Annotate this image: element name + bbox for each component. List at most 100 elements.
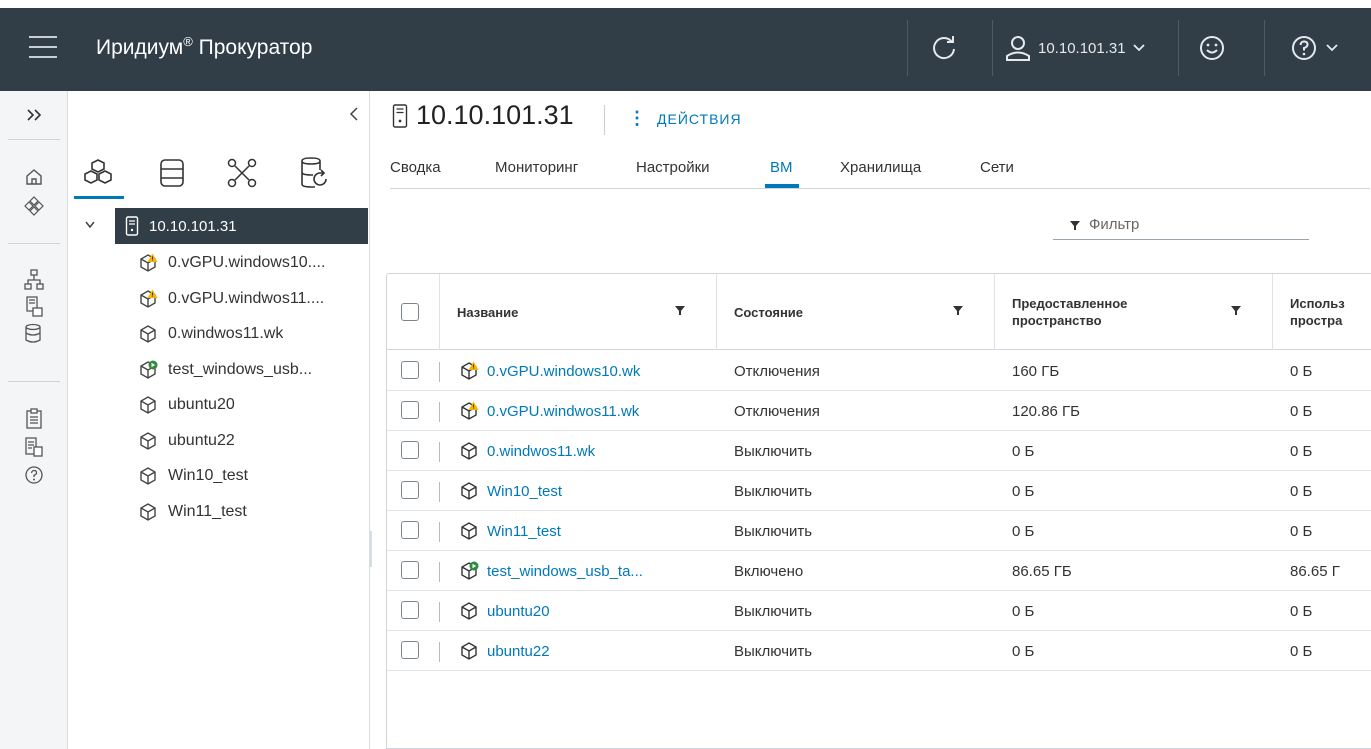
column-filter-icon[interactable] xyxy=(952,304,964,316)
tab-monitoring[interactable]: Мониторинг xyxy=(495,159,578,176)
table-row[interactable]: 0.windwos11.wk Выключить 0 Б 0 Б xyxy=(387,431,1371,471)
row-checkbox[interactable] xyxy=(401,561,419,579)
vm-provisioned-space: 0 Б xyxy=(1012,602,1035,620)
storage-icon[interactable] xyxy=(22,322,46,346)
table-row[interactable]: test_windows_usb_ta... Включено 86.65 ГБ 86… xyxy=(387,551,1371,591)
row-checkbox[interactable] xyxy=(401,601,419,619)
server-icon xyxy=(392,103,408,128)
vm-name-link[interactable]: 0.vGPU.windows10.wk xyxy=(459,351,719,391)
help-icon[interactable] xyxy=(22,463,46,487)
row-checkbox[interactable] xyxy=(401,481,419,499)
table-row[interactable]: Win10_test Выключить 0 Б 0 Б xyxy=(387,471,1371,511)
column-header-used[interactable]: Использ простра xyxy=(1290,274,1371,350)
select-all-checkbox[interactable] xyxy=(401,303,419,321)
vm-name-link[interactable]: Win10_test xyxy=(459,471,719,511)
vm-used-space: 0 Б xyxy=(1290,602,1313,620)
column-filter-icon[interactable] xyxy=(674,304,686,316)
smiley-icon xyxy=(1200,36,1224,60)
user-menu-button[interactable]: 10.10.101.31 xyxy=(1006,28,1146,68)
rail-divider xyxy=(8,381,60,382)
network-icon xyxy=(227,158,257,188)
vm-name-link[interactable]: Win11_test xyxy=(459,511,719,551)
tree-item-vm[interactable]: 0.vGPU.windwos11.... xyxy=(138,284,363,314)
column-divider xyxy=(994,274,995,350)
tab-vms-templates[interactable] xyxy=(152,153,192,193)
tree-item-vm[interactable]: Win11_test xyxy=(138,497,363,527)
row-divider xyxy=(439,482,440,502)
events-icon[interactable] xyxy=(22,435,46,459)
tab-networks[interactable] xyxy=(222,153,262,193)
refresh-button[interactable] xyxy=(930,28,958,68)
tab-settings[interactable]: Настройки xyxy=(636,159,710,176)
actions-menu-button[interactable]: ⋮ ДЕЙСТВИЯ xyxy=(628,108,742,129)
tree-item-vm[interactable]: 0.windwos11.wk xyxy=(138,319,363,349)
tab-summary[interactable]: Сводка xyxy=(390,159,441,176)
tree-item-vm[interactable]: test_windows_usb... xyxy=(138,355,363,385)
vm-provisioned-space: 0 Б xyxy=(1012,522,1035,540)
table-row[interactable]: ubuntu22 Выключить 0 Б 0 Б xyxy=(387,631,1371,671)
vm-used-space: 0 Б xyxy=(1290,362,1313,380)
vm-icon xyxy=(140,325,156,343)
hamburger-menu-icon[interactable] xyxy=(29,36,57,58)
vm-name-label: Win11_test xyxy=(487,522,561,540)
home-icon[interactable] xyxy=(22,165,46,189)
tab-networks[interactable]: Сети xyxy=(980,159,1014,176)
header-divider xyxy=(1264,20,1265,76)
filter-input[interactable]: Фильтр xyxy=(1053,210,1309,240)
feedback-button[interactable] xyxy=(1199,28,1225,68)
vm-state: Выключить xyxy=(734,482,813,500)
vm-name-link[interactable]: ubuntu22 xyxy=(459,631,719,671)
vm-name-link[interactable]: test_windows_usb_ta... xyxy=(459,551,719,591)
tab-vms[interactable]: ВМ xyxy=(770,159,793,176)
vm-used-space: 0 Б xyxy=(1290,642,1313,660)
vm-name-label: 0.windwos11.wk xyxy=(487,442,596,460)
vm-name-link[interactable]: 0.vGPU.windwos11.wk xyxy=(459,391,719,431)
vm-icon xyxy=(461,482,477,500)
inventory-navigator: 10.10.101.31 0.vGPU.windows10.... 0.vGPU.… xyxy=(68,91,372,749)
tree-item-label: ubuntu20 xyxy=(168,396,235,413)
chevron-left-icon xyxy=(349,107,358,121)
row-checkbox[interactable] xyxy=(401,401,419,419)
chevron-down-icon xyxy=(85,221,95,229)
row-checkbox[interactable] xyxy=(401,521,419,539)
tab-storage[interactable] xyxy=(294,153,334,193)
shortcuts-icon[interactable] xyxy=(22,194,46,218)
column-header-name[interactable]: Название xyxy=(457,274,657,350)
tree-item-label: test_windows_usb... xyxy=(168,360,313,378)
tree-item-vm[interactable]: ubuntu22 xyxy=(138,426,363,456)
table-row[interactable]: 0.vGPU.windows10.wk Отключения 160 ГБ 0 Б xyxy=(387,351,1371,391)
title-divider xyxy=(604,105,605,135)
vms-templates-icon[interactable] xyxy=(22,295,46,319)
tree-item-vm[interactable]: ubuntu20 xyxy=(138,390,363,420)
row-checkbox[interactable] xyxy=(401,441,419,459)
database-sync-icon xyxy=(301,157,327,188)
tree-root-host[interactable]: 10.10.101.31 xyxy=(115,208,368,244)
help-menu-button[interactable] xyxy=(1291,28,1339,68)
tasks-icon[interactable] xyxy=(22,407,46,431)
hosts-clusters-icon[interactable] xyxy=(22,268,46,292)
column-filter-icon[interactable] xyxy=(1230,304,1242,316)
tab-hosts-clusters[interactable] xyxy=(78,153,118,193)
row-checkbox[interactable] xyxy=(401,641,419,659)
header-divider xyxy=(907,20,908,76)
expand-rail-button[interactable] xyxy=(22,103,46,127)
vm-state: Выключить xyxy=(734,522,813,540)
column-header-state[interactable]: Состояние xyxy=(734,274,934,350)
column-header-provisioned[interactable]: Предоставленное пространство xyxy=(1012,274,1212,350)
vm-icon xyxy=(461,602,477,620)
row-checkbox[interactable] xyxy=(401,361,419,379)
table-row[interactable]: 0.vGPU.windwos11.wk Отключения 120.86 ГБ 0 … xyxy=(387,391,1371,431)
rail-divider xyxy=(8,139,60,140)
tree-item-vm[interactable]: 0.vGPU.windows10.... xyxy=(138,248,363,278)
tree-item-vm[interactable]: Win10_test xyxy=(138,461,363,491)
vm-name-link[interactable]: ubuntu20 xyxy=(459,591,719,631)
tab-datastores[interactable]: Хранилища xyxy=(840,159,921,176)
tree-expand-toggle[interactable] xyxy=(84,217,96,233)
table-row[interactable]: Win11_test Выключить 0 Б 0 Б xyxy=(387,511,1371,551)
vm-state: Выключить xyxy=(734,442,813,460)
table-row[interactable]: ubuntu20 Выключить 0 Б 0 Б xyxy=(387,591,1371,631)
collapse-navigator-button[interactable] xyxy=(349,106,359,127)
app-title: Иридиум® Прокуратор xyxy=(96,34,313,59)
vm-icon xyxy=(140,502,156,521)
vm-name-link[interactable]: 0.windwos11.wk xyxy=(459,431,719,471)
